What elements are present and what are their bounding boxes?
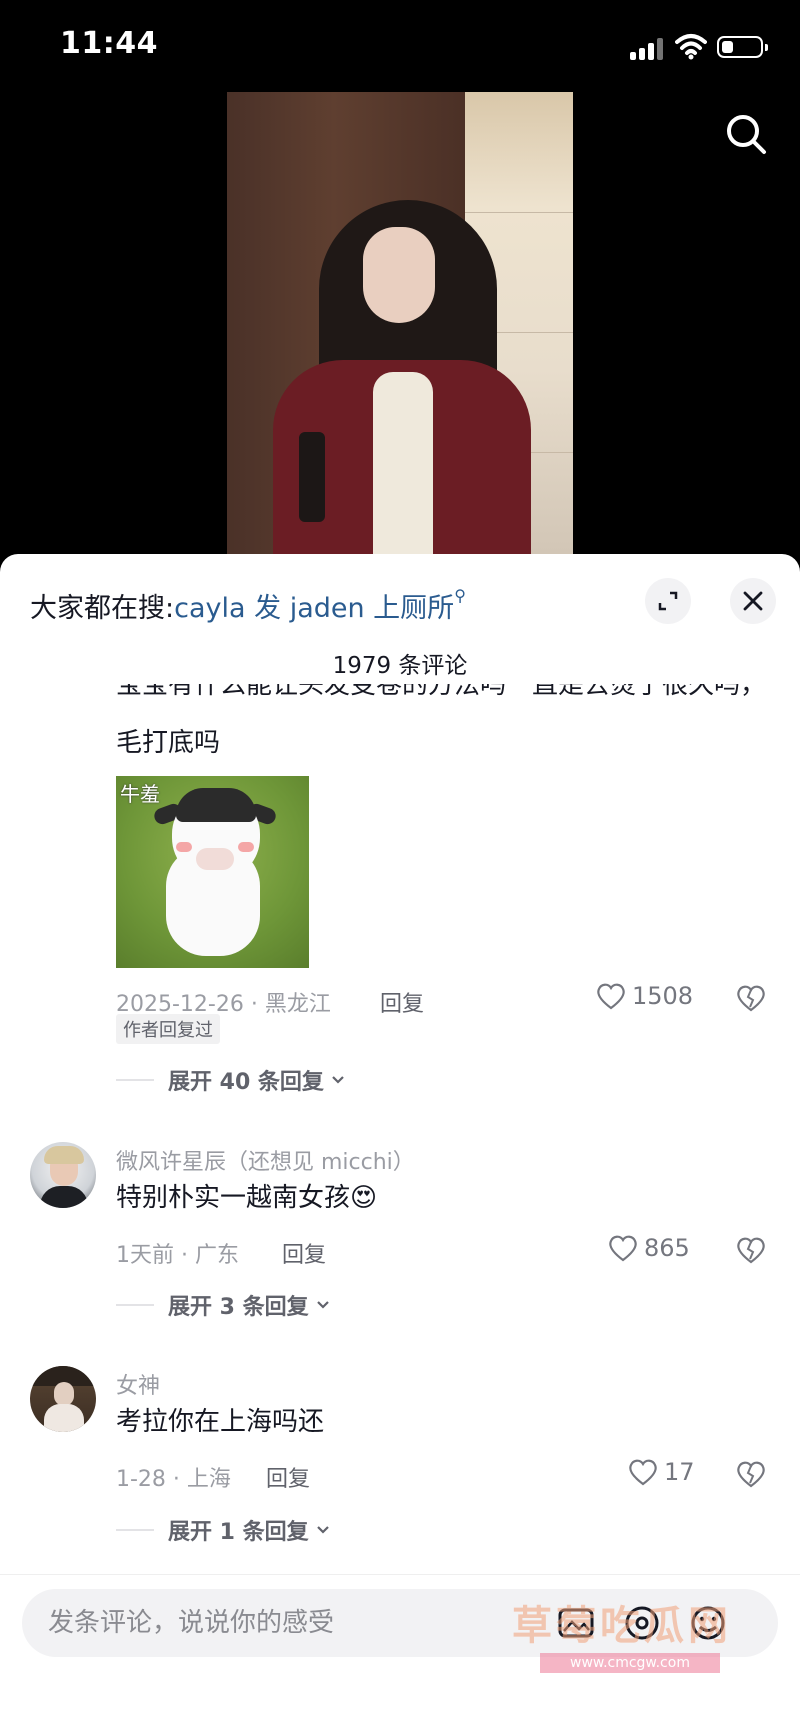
comment-input-bar: 草莓吃瓜网 www.cmcgw.com (0, 1574, 800, 1732)
comment-text: 毛打底吗 (116, 728, 221, 758)
heart-icon (597, 983, 625, 1010)
reply-button[interactable]: 回复 (380, 986, 424, 1018)
expand-replies-button[interactable]: 展开 3 条回复 (116, 1289, 331, 1321)
expand-replies-label: 展开 3 条回复 (168, 1295, 309, 1320)
expand-replies-button[interactable]: 展开 1 条回复 (116, 1514, 331, 1546)
chevron-down-icon (316, 1526, 329, 1534)
status-time: 11:44 (60, 26, 158, 61)
hot-search-keyword[interactable]: cayla 发 jaden 上厕所 (174, 593, 454, 624)
comment-sheet: 大家都在搜:cayla 发 jaden 上厕所⚲ 1979 条评论 宝宝有什么能… (0, 554, 800, 1731)
close-icon (743, 591, 763, 611)
dislike-icon[interactable] (736, 1460, 766, 1488)
like-button[interactable]: 17 (628, 1458, 695, 1486)
comment-meta: 1-28 · 上海 (116, 1467, 231, 1492)
hot-search-bar[interactable]: 大家都在搜:cayla 发 jaden 上厕所⚲ (30, 586, 466, 625)
comment-meta: 1天前 · 广东 (116, 1243, 239, 1268)
comment-text-partial: 宝宝有什么能让头发变卷的方法吗一直是去烫了很久吗，需要 (116, 684, 767, 710)
wifi-icon (675, 34, 707, 60)
battery-icon (717, 36, 768, 58)
like-count: 865 (644, 1234, 690, 1262)
video-player[interactable] (227, 92, 573, 554)
expand-replies-button[interactable]: 展开 40 条回复 (116, 1064, 346, 1096)
like-count: 17 (664, 1458, 695, 1486)
like-button[interactable]: 865 (608, 1234, 690, 1262)
cellular-signal-icon (630, 38, 666, 60)
watermark-logo: 草莓吃瓜网 (512, 1603, 732, 1649)
author-replied-badge: 作者回复过 (116, 1014, 220, 1044)
expand-icon (658, 591, 678, 611)
hot-search-label: 大家都在搜: (30, 593, 175, 624)
watermark-url: www.cmcgw.com (540, 1653, 720, 1673)
comment-text: 特别朴实一越南女孩 (116, 1183, 351, 1213)
search-icon[interactable] (724, 112, 768, 156)
comment-username[interactable]: 微风许星辰（还想见 micchi） (116, 1144, 415, 1176)
expand-button[interactable] (645, 578, 691, 624)
heart-icon (629, 1459, 657, 1486)
heart-icon (609, 1235, 637, 1262)
comment-sticker-image[interactable]: 牛羞 (116, 776, 309, 968)
close-button[interactable] (730, 578, 776, 624)
avatar[interactable] (30, 1142, 96, 1208)
chevron-down-icon (332, 1076, 344, 1084)
search-icon: ⚲ (454, 586, 466, 605)
chevron-down-icon (316, 1301, 329, 1309)
expand-replies-label: 展开 40 条回复 (168, 1070, 324, 1095)
avatar[interactable] (30, 1366, 96, 1432)
like-button[interactable]: 1508 (596, 982, 693, 1010)
like-count: 1508 (632, 982, 694, 1010)
dislike-icon[interactable] (736, 984, 766, 1012)
expand-replies-label: 展开 1 条回复 (168, 1520, 309, 1545)
dislike-icon[interactable] (736, 1236, 766, 1264)
sticker-caption: 牛羞 (120, 782, 160, 806)
comment-username[interactable]: 女神 (116, 1368, 160, 1400)
reply-button[interactable]: 回复 (266, 1461, 310, 1493)
heart-eyes-emoji: 😍 (350, 1183, 378, 1213)
reply-button[interactable]: 回复 (282, 1237, 326, 1269)
comment-count: 1979 条评论 (332, 653, 468, 679)
comment-text: 考拉你在上海吗还 (116, 1407, 325, 1437)
